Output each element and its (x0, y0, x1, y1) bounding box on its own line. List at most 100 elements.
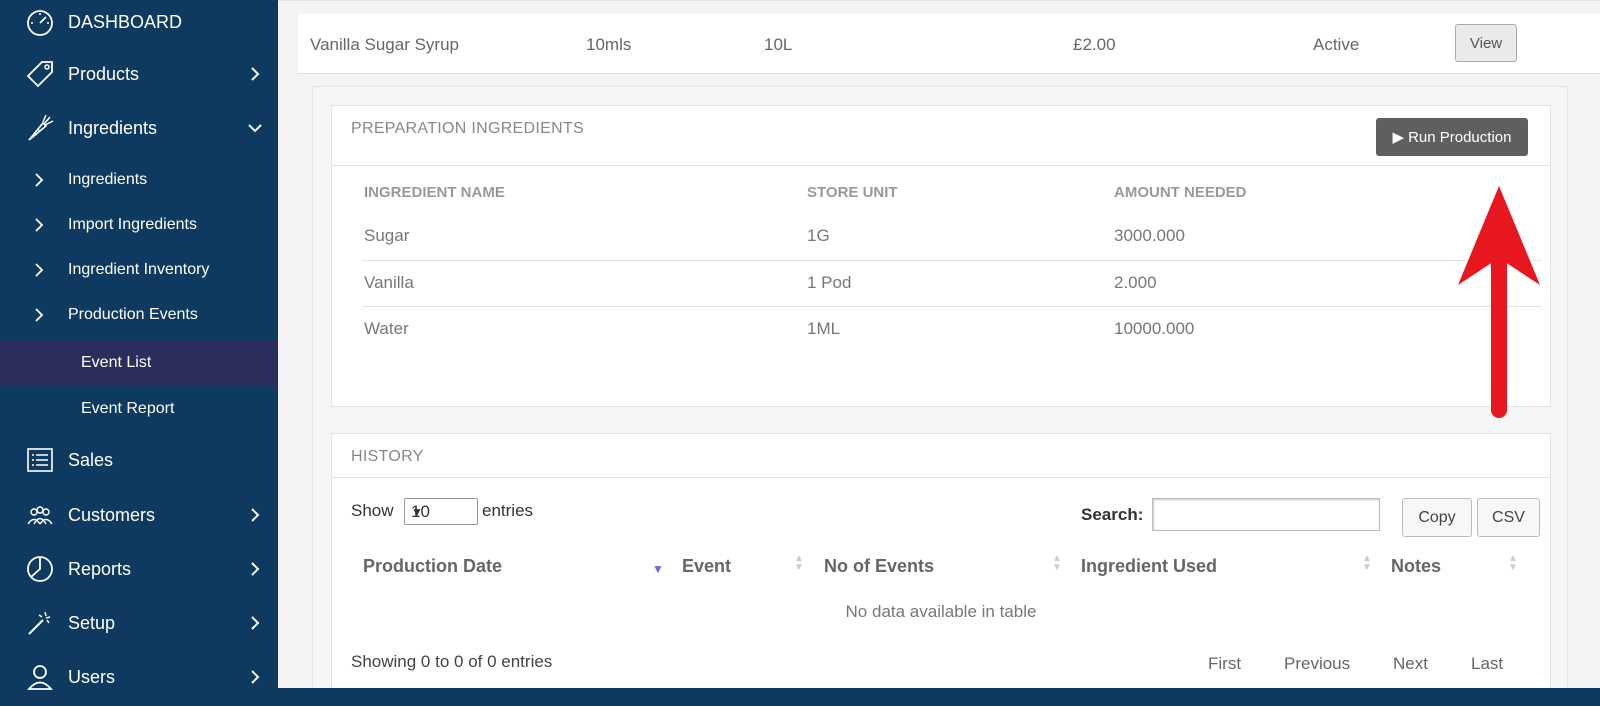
sort-icon: ▲ ▼ (1362, 553, 1372, 573)
carrot-icon (24, 112, 56, 144)
sidebar-item-ingredient-inventory[interactable]: Ingredient Inventory (0, 252, 278, 288)
column-header-notes[interactable]: Notes (1391, 556, 1441, 577)
ingredient-name: Sugar (364, 226, 410, 245)
sidebar-item-label: Products (68, 63, 140, 84)
column-header: STORE UNIT (807, 184, 898, 201)
amount-needed: 3000.000 (1114, 226, 1185, 245)
table-info: Showing 0 to 0 of 0 entries (351, 652, 553, 671)
speedometer-icon (24, 6, 56, 38)
sidebar-item-sales[interactable]: Sales (0, 442, 278, 478)
sidebar-item-event-list[interactable]: Event List (0, 340, 278, 385)
pie-chart-icon (24, 553, 56, 585)
sort-icon: ▲ ▼ (794, 553, 804, 573)
run-production-label: Run Production (1408, 128, 1512, 146)
sidebar-item-setup[interactable]: Setup (0, 605, 278, 641)
product-name: Vanilla Sugar Syrup (310, 35, 459, 54)
sidebar-item-import-ingredients[interactable]: Import Ingredients (0, 207, 278, 243)
pagination-previous[interactable]: Previous (1284, 654, 1350, 674)
csv-button[interactable]: CSV (1477, 498, 1540, 537)
chevron-down-icon (248, 121, 262, 135)
sort-icon: ▲ ▼ (1052, 553, 1062, 573)
store-unit: 1G (807, 226, 830, 245)
sidebar-item-sub-ingredients[interactable]: Ingredients (0, 162, 278, 198)
sidebar-item-products[interactable]: Products (0, 56, 278, 92)
column-header-event[interactable]: Event (682, 556, 731, 577)
empty-table-message: No data available in table (845, 602, 1037, 621)
search-input[interactable] (1152, 498, 1380, 531)
sidebar-item-ingredients[interactable]: Ingredients (0, 110, 278, 146)
main-content: Vanilla Sugar Syrup 10mls 10L £2.00 Acti… (278, 0, 1600, 706)
sidebar-item-label: Event Report (81, 400, 175, 417)
entries-label: entries (482, 501, 534, 520)
magic-wand-icon (24, 607, 56, 639)
chevron-right-icon (35, 173, 44, 187)
chevron-right-icon (248, 508, 262, 522)
copy-button[interactable]: Copy (1402, 498, 1472, 537)
sidebar-item-label: Customers (68, 504, 156, 525)
sidebar-item-users[interactable]: Users (0, 659, 278, 695)
preparation-panel: PREPARATION INGREDIENTS ▶ Run Production… (331, 105, 1551, 407)
search-label: Search: (1081, 505, 1144, 524)
chevron-right-icon (35, 218, 44, 232)
sidebar-item-label: Ingredients (68, 171, 148, 188)
sidebar-item-label: DASHBOARD (68, 11, 183, 32)
column-header-no-of-events[interactable]: No of Events (824, 556, 934, 577)
chevron-right-icon (248, 616, 262, 630)
users-group-icon (24, 499, 56, 531)
caret-down-icon: ▼ (411, 505, 423, 519)
product-status: Active (1313, 35, 1360, 54)
amount-needed: 2.000 (1114, 273, 1157, 292)
sort-icon: ▲ ▼ (1508, 553, 1518, 573)
sidebar-item-reports[interactable]: Reports (0, 551, 278, 587)
sidebar-item-customers[interactable]: Customers (0, 497, 278, 533)
sidebar-item-label: Sales (68, 449, 114, 470)
product-price: £2.00 (1073, 35, 1116, 54)
pagination-next[interactable]: Next (1393, 654, 1428, 674)
product-portion: 10mls (586, 35, 632, 54)
table-row: Sugar 1G 3000.000 (362, 214, 1542, 260)
play-icon: ▶ (1392, 129, 1405, 146)
sidebar-item-label: Import Ingredients (68, 216, 197, 233)
show-label: Show (351, 501, 394, 520)
history-panel: HISTORY Show 10 ▼ entries Search: Copy C… (331, 433, 1551, 706)
sidebar-item-event-report[interactable]: Event Report (0, 391, 278, 427)
chevron-right-icon (35, 263, 44, 277)
product-detail-container: PREPARATION INGREDIENTS ▶ Run Production… (312, 86, 1568, 706)
sidebar-item-production-events[interactable]: Production Events (0, 297, 278, 333)
top-strip (278, 0, 1600, 12)
pagination-first[interactable]: First (1208, 654, 1241, 674)
amount-needed: 10000.000 (1114, 319, 1195, 338)
product-volume: 10L (764, 35, 793, 54)
store-unit: 1 Pod (807, 273, 852, 292)
sidebar-item-label: Setup (68, 612, 116, 633)
chevron-right-icon (248, 67, 262, 81)
annotation-arrow-icon (1458, 186, 1540, 418)
sidebar-item-label: Users (68, 666, 116, 687)
divider (332, 165, 1550, 166)
bottom-bar (278, 688, 1600, 706)
run-production-button[interactable]: ▶ Run Production (1376, 118, 1528, 156)
table-row: Water 1ML 10000.000 (362, 306, 1542, 352)
pagination-last[interactable]: Last (1471, 654, 1503, 674)
sort-desc-icon: ▼ (652, 562, 664, 576)
tag-icon (24, 58, 56, 90)
store-unit: 1ML (807, 319, 841, 338)
divider (332, 477, 1550, 478)
sidebar-item-label: Ingredients (68, 117, 158, 138)
sidebar-item-label: Production Events (68, 306, 198, 323)
page-size-select[interactable]: 10 ▼ (404, 498, 478, 525)
user-icon (24, 661, 56, 693)
column-header: AMOUNT NEEDED (1114, 184, 1247, 201)
view-button[interactable]: View (1455, 24, 1517, 62)
ingredient-name: Vanilla (364, 273, 414, 292)
sidebar-item-label: Reports (68, 558, 132, 579)
table-row: Vanilla 1 Pod 2.000 (362, 260, 1542, 306)
list-icon (24, 444, 56, 476)
panel-title: HISTORY (351, 448, 424, 465)
sidebar: DASHBOARD Products Ingredients Ingredien… (0, 0, 278, 706)
product-row: Vanilla Sugar Syrup 10mls 10L £2.00 Acti… (298, 14, 1600, 74)
sidebar-item-dashboard[interactable]: DASHBOARD (0, 4, 278, 40)
column-header-production-date[interactable]: Production Date (363, 556, 502, 577)
ingredient-name: Water (364, 319, 409, 338)
column-header-ingredient-used[interactable]: Ingredient Used (1081, 556, 1217, 577)
